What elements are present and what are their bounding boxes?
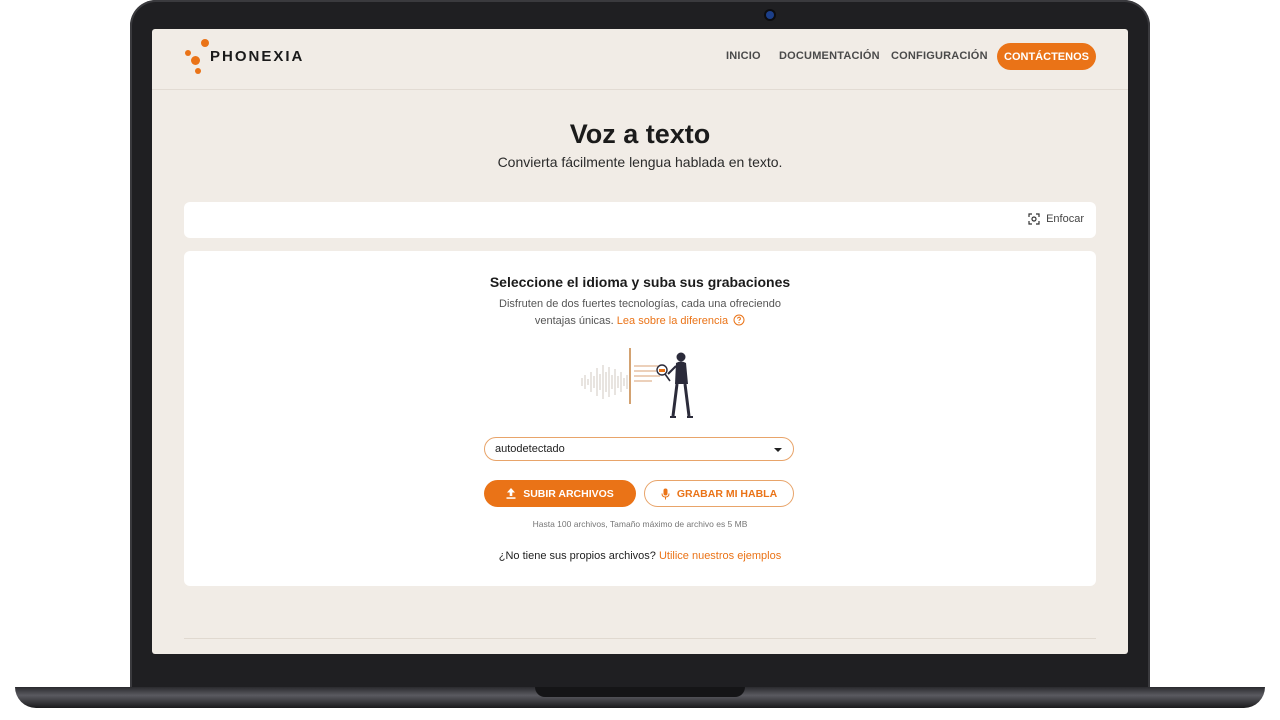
logo-dot-icon: [195, 68, 201, 74]
logo-dot-icon: [201, 39, 209, 47]
speech-analysis-illustration: [581, 348, 693, 418]
footer-divider: [184, 638, 1096, 639]
nav-documentacion[interactable]: DOCUMENTACIÓN: [779, 50, 880, 62]
language-select[interactable]: autodetectado: [484, 437, 794, 461]
examples-text: ¿No tiene sus propios archivos?: [498, 550, 656, 562]
nav-inicio[interactable]: INICIO: [726, 50, 761, 62]
record-speech-button[interactable]: GRABAR MI HABLA: [644, 480, 794, 507]
upload-files-label: SUBIR ARCHIVOS: [523, 487, 614, 500]
logo-dot-icon: [191, 56, 200, 65]
focus-button[interactable]: Enfocar: [1028, 213, 1084, 225]
laptop-notch: [535, 687, 745, 697]
logo-dot-icon: [185, 50, 191, 56]
upload-limits-text: Hasta 100 archivos, Tamaño máximo de arc…: [532, 519, 748, 529]
examples-prompt: ¿No tiene sus propios archivos? Utilice …: [184, 550, 1096, 562]
upload-files-button[interactable]: SUBIR ARCHIVOS: [484, 480, 636, 507]
upload-icon: [506, 488, 516, 499]
camera-icon: [766, 11, 774, 19]
focus-icon: [1028, 213, 1040, 225]
record-speech-label: GRABAR MI HABLA: [676, 487, 778, 500]
phonexia-logo[interactable]: PHONEXIA: [182, 39, 312, 79]
chevron-down-icon: [774, 448, 782, 452]
brand-name: PHONEXIA: [210, 48, 305, 65]
focus-label: Enfocar: [1046, 213, 1084, 225]
contact-button[interactable]: CONTÁCTENOS: [997, 43, 1096, 70]
difference-link[interactable]: Lea sobre la diferencia: [617, 315, 728, 327]
site-header: PHONEXIA INICIO DOCUMENTACIÓN CONFIGURAC…: [152, 29, 1128, 90]
upload-card: Seleccione el idioma y suba sus grabacio…: [184, 251, 1096, 586]
card-description: Disfruten de dos fuertes tecnologías, ca…: [490, 296, 790, 330]
use-examples-link[interactable]: Utilice nuestros ejemplos: [659, 550, 781, 562]
language-select-value: autodetectado: [495, 443, 565, 455]
help-circle-icon[interactable]: [733, 314, 745, 326]
page-subtitle: Convierta fácilmente lengua hablada en t…: [497, 154, 783, 170]
page-title: Voz a texto: [569, 119, 711, 149]
focus-bar: Enfocar: [184, 202, 1096, 238]
microphone-icon: [661, 488, 670, 499]
nav-configuracion[interactable]: CONFIGURACIÓN: [891, 50, 988, 62]
screen: PHONEXIA INICIO DOCUMENTACIÓN CONFIGURAC…: [152, 29, 1128, 654]
card-title: Seleccione el idioma y suba sus grabacio…: [489, 274, 791, 290]
